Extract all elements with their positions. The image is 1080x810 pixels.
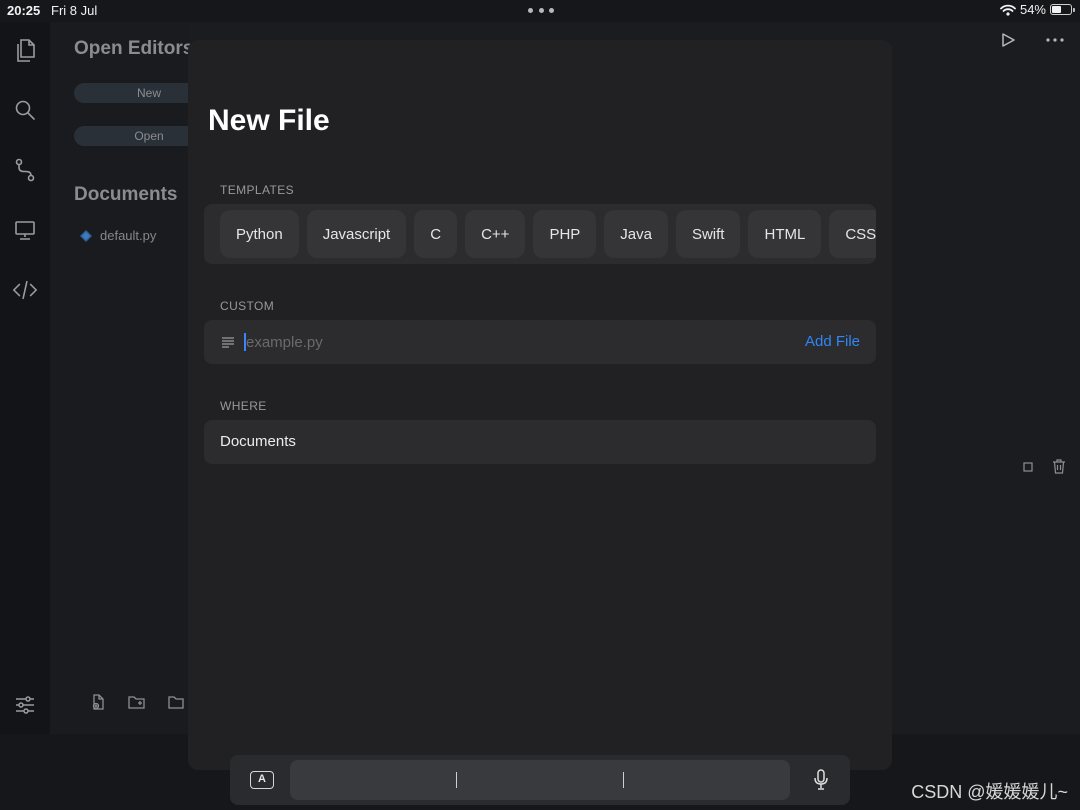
template-chips: Python Javascript C C++ PHP Java Swift HTML CSS [220,210,876,258]
new-file-icon[interactable] [90,694,106,710]
caret-right [623,772,624,788]
template-chip-php[interactable]: PHP [533,210,597,258]
microphone-icon[interactable] [814,769,828,791]
status-right: 54% [1000,2,1075,17]
more-options-icon[interactable] [1046,38,1064,42]
template-chip-python[interactable]: Python [220,210,299,258]
where-card[interactable]: Documents [204,420,876,464]
battery-percent: 54% [1019,2,1046,17]
template-chip-css[interactable]: CSS [829,210,876,258]
new-button[interactable]: New [74,83,190,103]
remote-monitor-icon[interactable] [12,217,38,243]
open-button[interactable]: Open [74,126,190,146]
trash-icon[interactable] [1052,459,1066,474]
sidebar-bottom-toolbar [90,694,184,710]
search-icon[interactable] [12,97,38,123]
template-chip-cpp[interactable]: C++ [465,210,526,258]
multitasking-dots-icon[interactable] [528,8,554,14]
filename-input[interactable] [246,331,766,353]
file-name: default.py [100,228,157,243]
add-file-button[interactable]: Add File [805,333,860,350]
dictation-field[interactable] [290,760,790,800]
template-chip-c[interactable]: C [414,210,458,258]
square-icon[interactable] [1022,461,1034,473]
activity-bar [0,22,50,734]
watermark-text: CSDN @媛媛媛儿~ [911,782,1068,802]
status-time: 20:25 [7,3,41,18]
keyboard-shortcut-bar: A [230,755,850,805]
template-chip-javascript[interactable]: Javascript [306,210,407,258]
templates-card: Python Javascript C C++ PHP Java Swift HTML CSS [204,204,876,264]
sidebar: Open Editors New Open Documents default.… [50,22,190,734]
templates-label: TEMPLATES [220,183,295,197]
new-folder-icon[interactable] [128,694,146,710]
template-chip-swift[interactable]: Swift [675,210,741,258]
wifi-icon [1000,4,1016,16]
keyboard-icon[interactable]: A [250,771,274,789]
custom-label: CUSTOM [220,299,275,313]
file-item[interactable]: default.py [80,228,156,243]
documents-title: Documents [74,184,178,205]
battery-icon [1050,4,1075,15]
more-folder-icon[interactable] [168,694,184,710]
status-date: Fri 8 Jul [51,3,98,18]
source-control-icon[interactable] [12,157,38,183]
new-file-modal: New File TEMPLATES Python Javascript C C++ P… [188,40,892,770]
status-bar: 20:25 Fri 8 Jul 54% [0,0,1080,22]
open-editors-title: Open Editors [74,38,190,59]
python-file-icon [80,229,92,242]
run-play-icon[interactable] [1000,32,1016,48]
template-chip-java[interactable]: Java [604,210,668,258]
explorer-files-icon[interactable] [12,38,38,64]
editor-top-actions [1000,32,1064,48]
modal-title: New File [208,104,330,137]
where-label: WHERE [220,399,267,413]
settings-sliders-icon[interactable] [12,692,38,718]
custom-card: Add File [204,320,876,364]
template-chip-html[interactable]: HTML [748,210,822,258]
caret-left [456,772,457,788]
where-value: Documents [220,433,296,450]
text-lines-icon [222,337,234,348]
code-icon[interactable] [12,277,38,303]
editor-side-icons [1022,459,1066,474]
